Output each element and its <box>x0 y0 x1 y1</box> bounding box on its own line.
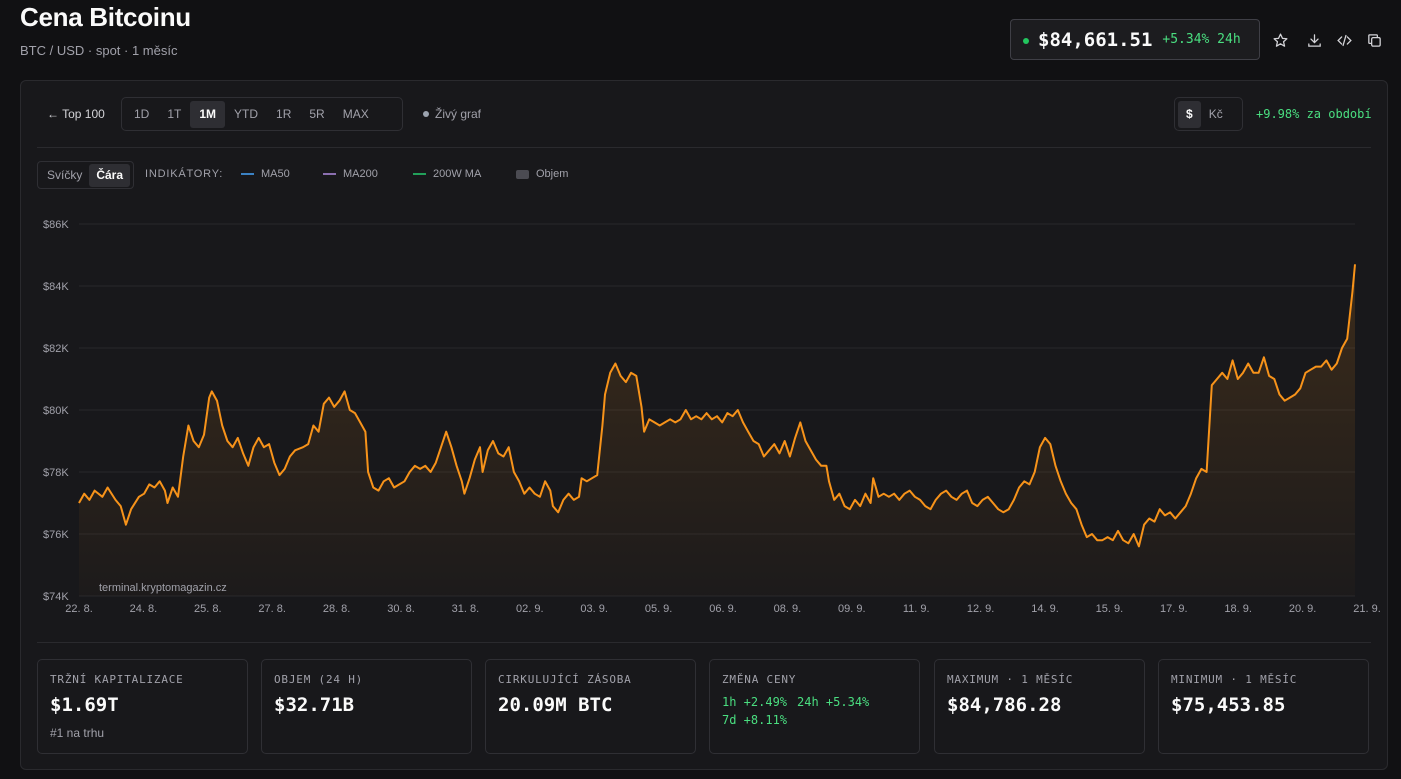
x-tick-label: 18. 9. <box>1224 603 1252 615</box>
range-1r-button[interactable]: 1R <box>267 101 300 128</box>
y-tick-label: $84K <box>43 281 69 293</box>
chart-type-selector: Svíčky Čára <box>37 161 134 189</box>
price-change-list: 1h +2.49% 24h +5.34% 7d +8.11% <box>722 693 907 729</box>
y-tick-label: $80K <box>43 405 69 417</box>
indicator-label: MA50 <box>261 168 290 180</box>
stat-card-maximum-1-mesic: Maximum · 1 měsíc $84,786.28 <box>934 659 1145 754</box>
star-icon[interactable] <box>1270 30 1290 50</box>
x-tick-label: 28. 8. <box>323 603 351 615</box>
x-tick-label: 24. 8. <box>130 603 158 615</box>
y-tick-label: $86K <box>43 219 69 231</box>
price-change-1h: 1h +2.49% <box>722 695 788 709</box>
x-tick-label: 21. 9. <box>1353 603 1381 615</box>
stat-label: Tržní kapitalizace <box>50 673 184 686</box>
indicator-ma50-toggle[interactable]: MA50 <box>241 168 290 180</box>
y-tick-label: $76K <box>43 529 69 541</box>
current-price: $84,661.51 <box>1038 28 1153 51</box>
indicator-swatch <box>241 173 254 175</box>
time-range-selector: 1D 1T 1M YTD 1R 5R MAX <box>121 97 403 131</box>
stat-value: $75,453.85 <box>1171 694 1286 716</box>
x-tick-label: 17. 9. <box>1160 603 1188 615</box>
stat-label: Cirkulující zásoba <box>498 673 632 686</box>
stat-card-objem-24-h: Objem (24 h) $32.71B <box>261 659 472 754</box>
chart-panel: ← Top 100 1D 1T 1M YTD 1R 5R MAX Živý graf $ Kč… <box>20 80 1388 770</box>
copy-icon[interactable] <box>1364 30 1384 50</box>
live-price-box: $84,661.51 +5.34% 24h <box>1010 19 1260 60</box>
range-1m-button[interactable]: 1M <box>190 100 226 128</box>
stat-card-zmena-ceny: Změna ceny 1h +2.49% 24h +5.34% 7d +8.11% <box>709 659 920 754</box>
stat-card-cirkulujici-zasoba: Cirkulující zásoba 20.09M BTC <box>485 659 696 754</box>
y-tick-label: $78K <box>43 467 69 479</box>
indicator-swatch <box>323 173 336 175</box>
indicator-objem-toggle[interactable]: Objem <box>516 168 568 180</box>
live-chart-toggle[interactable]: Živý graf <box>423 107 481 121</box>
price-change-24h: 24h +5.34% <box>797 695 870 709</box>
period-change: +9.98% za období <box>1256 107 1372 121</box>
y-tick-label: $74K <box>43 591 69 603</box>
x-tick-label: 12. 9. <box>967 603 995 615</box>
x-tick-label: 14. 9. <box>1031 603 1059 615</box>
indicator-label: 200W MA <box>433 168 482 180</box>
indicator-ma200-toggle[interactable]: MA200 <box>323 168 378 180</box>
currency-selector: $ Kč <box>1174 97 1243 131</box>
stat-label: Minimum · 1 měsíc <box>1171 673 1298 686</box>
page-subtitle: BTC / USD · spot · 1 měsíc <box>20 43 178 58</box>
price-chart[interactable]: $74K $76K $78K $80K $82K $84K $86K 22. 8. 24. 8.… <box>21 201 1387 621</box>
code-icon[interactable] <box>1334 30 1354 50</box>
stat-card-minimum-1-mesic: Minimum · 1 měsíc $75,453.85 <box>1158 659 1369 754</box>
x-tick-label: 30. 8. <box>387 603 415 615</box>
price-change-24h: +5.34% 24h <box>1162 32 1241 47</box>
download-icon[interactable] <box>1304 30 1324 50</box>
chart-type-svicky-button[interactable]: Svíčky <box>40 164 89 187</box>
range-ytd-button[interactable]: YTD <box>225 101 267 128</box>
chart-watermark: terminal.kryptomagazin.cz <box>99 582 227 594</box>
stat-value: 20.09M BTC <box>498 694 613 716</box>
indicator-200w-ma-toggle[interactable]: 200W MA <box>413 168 481 180</box>
toolbar-divider <box>37 147 1371 148</box>
live-chart-label: Živý graf <box>435 107 482 121</box>
range-5r-button[interactable]: 5R <box>300 101 333 128</box>
x-tick-label: 20. 9. <box>1289 603 1317 615</box>
x-tick-label: 15. 9. <box>1096 603 1124 615</box>
x-tick-label: 09. 9. <box>838 603 866 615</box>
x-tick-label: 27. 8. <box>258 603 286 615</box>
x-tick-label: 05. 9. <box>645 603 673 615</box>
stat-label: Maximum · 1 měsíc <box>947 673 1074 686</box>
stat-value: $32.71B <box>274 694 355 716</box>
indicators-label: INDIKÁTORY: <box>145 168 224 180</box>
indicator-swatch <box>413 173 426 175</box>
y-tick-label: $82K <box>43 343 69 355</box>
x-tick-label: 25. 8. <box>194 603 222 615</box>
x-tick-label: 11. 9. <box>903 603 930 615</box>
x-tick-label: 02. 9. <box>516 603 544 615</box>
indicator-label: MA200 <box>343 168 378 180</box>
stat-label: Objem (24 h) <box>274 673 364 686</box>
price-change-7d: 7d +8.11% <box>722 713 788 727</box>
currency-czk-button[interactable]: Kč <box>1201 101 1231 128</box>
range-1d-button[interactable]: 1D <box>125 101 158 128</box>
stat-note: #1 na trhu <box>50 726 105 740</box>
x-tick-label: 03. 9. <box>580 603 608 615</box>
stat-value: $84,786.28 <box>947 694 1062 716</box>
indicator-label: Objem <box>536 168 569 180</box>
currency-usd-button[interactable]: $ <box>1178 100 1201 128</box>
live-indicator-icon <box>1023 38 1029 44</box>
stats-divider <box>37 642 1371 643</box>
x-tick-label: 08. 9. <box>774 603 802 615</box>
range-1t-button[interactable]: 1T <box>158 101 190 128</box>
indicator-swatch <box>516 169 529 179</box>
x-tick-label: 31. 8. <box>452 603 480 615</box>
stat-value: $1.69T <box>50 694 119 716</box>
back-to-top100-link[interactable]: ← Top 100 <box>47 107 105 121</box>
price-area-fill <box>79 264 1355 596</box>
chart-type-cara-button[interactable]: Čára <box>89 163 131 187</box>
live-dot-icon <box>423 111 429 117</box>
x-tick-label: 06. 9. <box>709 603 737 615</box>
page-title: Cena Bitcoinu <box>20 2 191 32</box>
range-max-button[interactable]: MAX <box>334 101 378 128</box>
stat-label: Změna ceny <box>722 673 797 686</box>
stat-card-trzni-kapitalizace: Tržní kapitalizace $1.69T #1 na trhu <box>37 659 248 754</box>
x-tick-label: 22. 8. <box>65 603 93 615</box>
